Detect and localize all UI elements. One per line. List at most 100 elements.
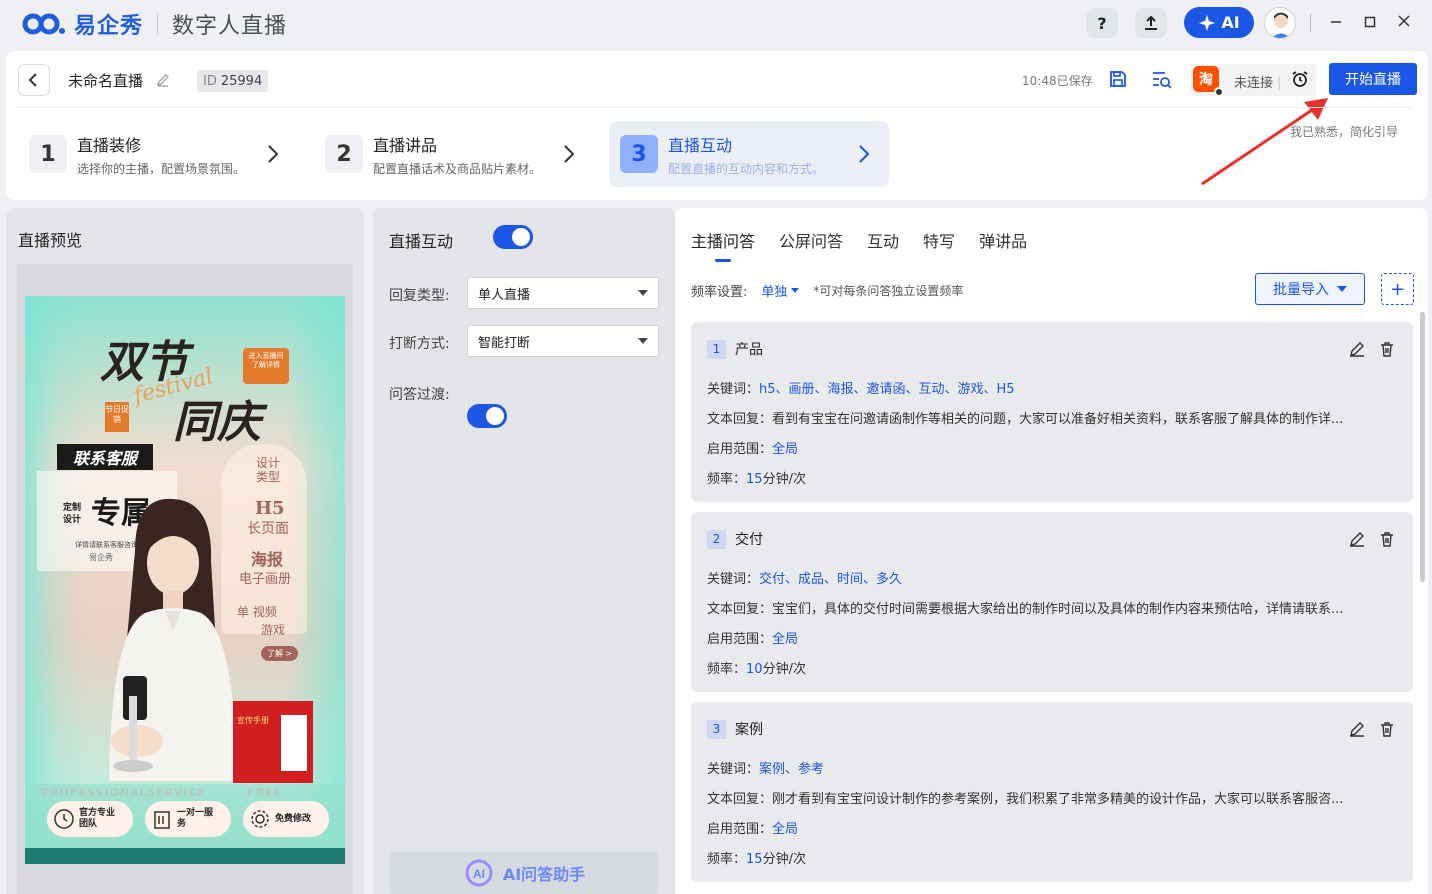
minimize-button[interactable] xyxy=(1324,12,1348,36)
preview-search-button[interactable] xyxy=(1150,67,1174,91)
qa-rate: 频率：15分钟/次 xyxy=(707,468,1397,487)
ai-button-label: AI xyxy=(1221,13,1240,32)
tab-popup-product[interactable]: 弹讲品 xyxy=(979,228,1027,262)
qa-keywords: 关键词：h5、画册、海报、邀请函、互动、游戏、H5 xyxy=(707,378,1397,397)
reply-type-select[interactable]: 单人直播 xyxy=(467,277,659,309)
step-1[interactable]: 1 直播装修选择你的主播，配置场景氛围。 xyxy=(18,121,298,187)
edit-name-icon[interactable] xyxy=(156,73,170,87)
add-qa-button[interactable]: + xyxy=(1381,273,1414,305)
rate-unit: 分钟/次 xyxy=(762,852,806,867)
maximize-button[interactable] xyxy=(1358,12,1382,36)
qa-card[interactable]: 3 案例 关键词：案例、参考 文本回复：刚才看到有宝宝问设计制作的参考案例，我们积… xyxy=(691,702,1413,882)
frequency-select[interactable]: 单独 xyxy=(761,281,800,300)
chevron-left-icon xyxy=(28,73,37,87)
user-avatar[interactable] xyxy=(1264,7,1296,39)
batch-import-button[interactable]: 批量导入 xyxy=(1255,273,1365,305)
id-value: 25994 xyxy=(220,73,263,89)
poster-eng-1: PROFESSIONAL xyxy=(41,786,148,799)
reply-label: 文本回复： xyxy=(707,792,773,807)
step-2[interactable]: 2 直播讲品 配置直播话术及商品贴片素材。 xyxy=(314,121,594,187)
keywords-label: 关键词： xyxy=(707,572,760,587)
scope-label: 启用范围： xyxy=(707,442,773,457)
qa-title: 产品 xyxy=(735,342,763,358)
qa-card[interactable]: 2 交付 关键词：交付、成品、时间、多久 文本回复：宝宝们，具体的交付时间需要根据… xyxy=(691,512,1413,692)
search-list-icon xyxy=(1153,72,1172,89)
close-icon xyxy=(1398,15,1410,27)
poster-badge: 进入直播间了解详情 xyxy=(243,348,289,384)
start-live-button[interactable]: 开始直播 xyxy=(1329,63,1417,95)
poster-cat-2: 海报 xyxy=(251,550,284,569)
rate-unit: 分钟/次 xyxy=(762,662,806,677)
edit-icon[interactable] xyxy=(1349,721,1365,737)
qa-scope: 启用范围：全局 xyxy=(707,438,1397,457)
sparkle-icon xyxy=(1199,14,1216,31)
transition-toggle[interactable] xyxy=(467,404,507,428)
rate-number: 15 xyxy=(746,472,763,487)
tab-interaction[interactable]: 互动 xyxy=(867,228,899,262)
keywords-label: 关键词： xyxy=(707,382,760,397)
brand-name: 易企秀 xyxy=(74,14,144,39)
save-icon xyxy=(1110,71,1126,87)
qa-scrollbar[interactable] xyxy=(1420,312,1425,582)
edit-icon[interactable] xyxy=(1349,531,1365,547)
poster-cat-1b: 长页面 xyxy=(247,521,289,537)
poster-eng-3: FREE xyxy=(247,786,283,799)
reply-value: 宝宝们，具体的交付时间需要根据大家给出的制作时间以及具体的制作内容来预估哈，详情… xyxy=(772,602,1344,617)
rate-label: 频率： xyxy=(707,472,747,487)
rate-label: 频率： xyxy=(707,662,747,677)
tab-anchor-qa[interactable]: 主播问答 xyxy=(691,228,755,262)
interrupt-select[interactable]: 智能打断 xyxy=(467,325,659,357)
id-key: ID xyxy=(203,73,217,89)
poster-feature-2: 一对一服务 xyxy=(145,801,231,837)
scope-label: 启用范围： xyxy=(707,632,773,647)
poster-tag: 节日促销 xyxy=(105,402,129,432)
window-separator xyxy=(1310,14,1311,32)
save-button[interactable] xyxy=(1106,67,1130,91)
interact-toggle[interactable] xyxy=(493,225,533,249)
keywords-value: 案例、参考 xyxy=(759,762,825,777)
qa-title: 案例 xyxy=(735,722,763,738)
maximize-icon xyxy=(1364,16,1376,28)
poster-cat-title: 设计类型 xyxy=(255,456,280,485)
delete-icon[interactable] xyxy=(1379,531,1395,547)
step-1-desc: 选择你的主播，配置场景氛围。 xyxy=(77,161,246,176)
ai-helper-button[interactable]: AI AI问答助手 xyxy=(389,852,659,894)
help-button[interactable]: ? xyxy=(1086,8,1118,38)
step-1-title: 直播装修 xyxy=(77,135,142,155)
gear-icon xyxy=(251,810,269,828)
connection-status: 未连接 | xyxy=(1234,72,1281,91)
interrupt-value: 智能打断 xyxy=(478,335,531,351)
caret-down-icon xyxy=(791,288,800,293)
qa-reply: 文本回复：看到有宝宝在问邀请函制作等相关的问题，大家可以准备好相关资料，联系客服… xyxy=(707,408,1397,427)
tab-closeup[interactable]: 特写 xyxy=(923,228,955,262)
rate-number: 15 xyxy=(746,852,763,867)
batch-import-label: 批量导入 xyxy=(1273,282,1329,298)
ai-logo-icon: AI xyxy=(465,859,493,887)
frequency-settings: 频率设置: 单独 *可对每条问答独立设置频率 xyxy=(691,281,963,300)
close-window-button[interactable] xyxy=(1392,12,1416,36)
tab-public-qa[interactable]: 公屏问答 xyxy=(779,228,843,262)
qa-card[interactable]: 1 产品 关键词：h5、画册、海报、邀请函、互动、游戏、H5 文本回复：看到有宝宝… xyxy=(691,322,1413,502)
step-3-active[interactable]: 3 直播互动 配置直播的互动内容和方式。 xyxy=(609,121,889,187)
poster-more: 了解 > xyxy=(261,646,299,661)
edit-icon[interactable] xyxy=(1349,341,1365,357)
delete-icon[interactable] xyxy=(1379,721,1395,737)
live-name[interactable]: 未命名直播 xyxy=(68,70,170,91)
poster-feature-1: 官方专业团队 xyxy=(47,801,133,837)
alarm-button[interactable] xyxy=(1288,67,1312,91)
poster-feature-2-text: 一对一服务 xyxy=(177,808,214,829)
qa-rate: 频率：15分钟/次 xyxy=(707,848,1397,867)
help-icon: ? xyxy=(1097,13,1107,33)
back-button[interactable] xyxy=(18,64,50,96)
taobao-icon-text: 淘 xyxy=(1199,72,1213,88)
delete-icon[interactable] xyxy=(1379,341,1395,357)
connection-status-text: 未连接 xyxy=(1234,76,1274,91)
logo-mark-icon xyxy=(22,13,65,35)
step-1-number: 1 xyxy=(29,135,67,173)
scope-label: 启用范围： xyxy=(707,822,773,837)
ai-button[interactable]: AI xyxy=(1184,7,1254,38)
rate-number: 10 xyxy=(746,662,763,677)
upload-icon xyxy=(1145,15,1157,30)
app-logo: 易企秀 数字人直播 xyxy=(22,8,287,40)
upload-button[interactable] xyxy=(1135,8,1167,38)
